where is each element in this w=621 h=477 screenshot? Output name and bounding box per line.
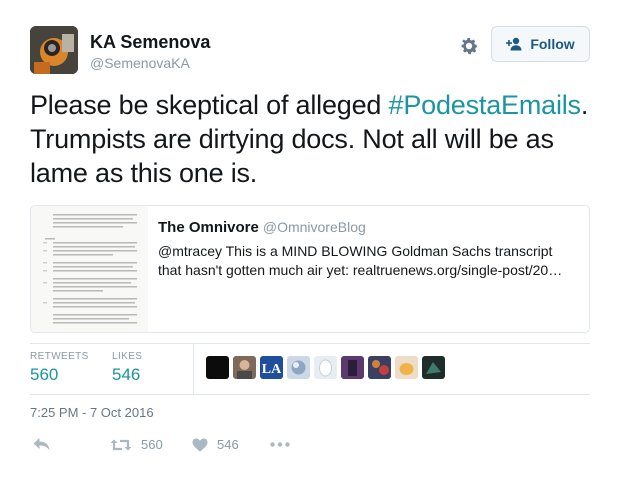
add-user-icon	[506, 37, 522, 51]
follow-button[interactable]: Follow	[491, 26, 590, 62]
liker-avatar[interactable]	[233, 356, 256, 379]
tweet-timestamp[interactable]: 7:25 PM - 7 Oct 2016	[30, 405, 154, 420]
retweets-label: RETWEETS	[30, 351, 89, 362]
liker-avatar[interactable]	[287, 356, 310, 379]
liker-avatar[interactable]	[206, 356, 229, 379]
tweet-actions: 560 546	[30, 434, 330, 458]
reply-button[interactable]	[33, 437, 50, 451]
liker-avatar[interactable]	[395, 356, 418, 379]
document-thumbnail	[31, 206, 148, 332]
retweet-button[interactable]: 560	[110, 437, 163, 452]
quote-text: @mtracey This is a MIND BLOWING Goldman …	[158, 243, 563, 278]
likes-label: LIKES	[112, 351, 143, 362]
retweet-icon	[110, 439, 132, 450]
more-button[interactable]	[270, 442, 290, 447]
liker-avatar[interactable]	[341, 356, 364, 379]
like-button[interactable]: 546	[192, 437, 239, 452]
more-icon	[270, 442, 290, 447]
likes-stat[interactable]: LIKES 546	[112, 351, 142, 385]
quote-author-handle: @OmnivoreBlog	[262, 219, 366, 235]
retweets-count: 560	[30, 365, 59, 384]
tweet-text-start: Please be skeptical of alleged	[30, 90, 389, 120]
retweet-count: 560	[141, 437, 163, 452]
quoted-tweet[interactable]: The Omnivore @OmnivoreBlog @mtracey This …	[30, 205, 590, 333]
tweet-stats: RETWEETS 560 LIKES 546 LA	[30, 343, 590, 395]
tweet-header: KA Semenova @SemenovaKA Follow	[30, 26, 590, 76]
tweet-text: Please be skeptical of alleged #PodestaE…	[30, 88, 600, 190]
liker-avatar[interactable]	[314, 356, 337, 379]
likes-count: 546	[112, 365, 141, 384]
reply-icon	[33, 438, 50, 450]
heart-icon	[192, 438, 208, 451]
liker-avatars: LA	[206, 356, 445, 379]
liker-avatar[interactable]	[368, 356, 391, 379]
gear-icon[interactable]	[458, 35, 480, 57]
author-handle[interactable]: @SemenovaKA	[90, 54, 210, 72]
hashtag-link[interactable]: #PodestaEmails	[389, 90, 582, 120]
like-count: 546	[217, 437, 239, 452]
author-name[interactable]: KA Semenova	[90, 31, 210, 53]
liker-avatar[interactable]	[422, 356, 445, 379]
follow-label: Follow	[530, 36, 575, 52]
stats-divider	[193, 344, 194, 394]
quote-author-name: The Omnivore	[158, 219, 259, 236]
svg-text:LA: LA	[262, 362, 282, 377]
retweets-stat[interactable]: RETWEETS 560	[30, 351, 89, 385]
liker-avatar[interactable]: LA	[260, 356, 283, 379]
avatar[interactable]	[30, 26, 78, 74]
